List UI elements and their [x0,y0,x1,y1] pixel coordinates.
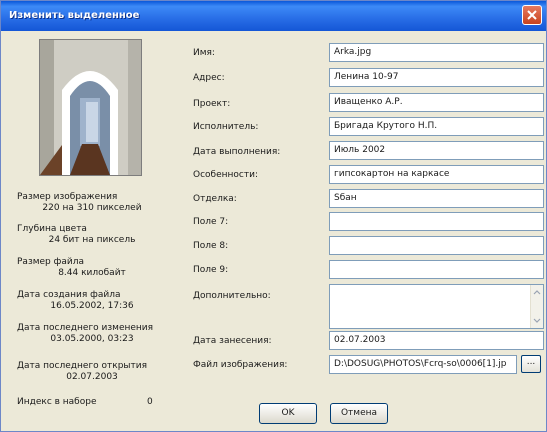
info-label: Размер файла [17,257,84,267]
field-label-performer: Исполнитель: [193,122,259,132]
info-value: 02.07.2003 [66,372,118,382]
info-color-depth: Глубина цвета 24 бит на пиксель [17,224,167,246]
field-label-features: Особенности: [193,170,258,180]
info-label: Глубина цвета [17,224,87,234]
index-value: 0 [147,397,153,407]
info-file-size: Размер файла 8.44 килобайт [17,257,167,279]
cancel-button[interactable]: Отмена [330,403,388,424]
field-label-address: Адрес: [193,73,225,83]
performer-field[interactable]: Бригада Крутого Н.П. [329,117,544,136]
field-label-name: Имя: [193,48,215,58]
scroll-down-icon[interactable] [533,317,541,324]
info-value: 8.44 килобайт [58,268,126,278]
project-field[interactable]: Иващенко А.Р. [329,93,544,112]
image-file-field[interactable]: D:\DOSUG\PHOTOS\Fcrq-so\0006[1].jp [329,355,517,374]
info-label: Размер изображения [17,192,118,202]
info-value: 24 бит на пиксель [48,235,136,245]
info-value: 03.05.2000, 03:23 [50,334,134,344]
date-added-field[interactable]: 02.07.2003 [329,331,544,350]
info-modified-date: Дата последнего изменения 03.05.2000, 03… [17,323,167,345]
dialog-title: Изменить выделенное [9,10,140,21]
field-label-field-9: Поле 9: [193,265,229,275]
edit-dialog: Изменить выделенное Размер изображения 2… [0,0,547,432]
info-created-date: Дата создания файла 16.05.2002, 17:36 [17,290,167,312]
name-field[interactable]: Arka.jpg [329,43,544,62]
field-9-input[interactable] [329,260,544,279]
info-label: Дата создания файла [17,290,121,300]
close-icon [527,10,537,20]
info-value: 16.05.2002, 17:36 [50,301,134,311]
finishing-field[interactable]: Sбан [329,189,544,208]
info-image-size: Размер изображения 220 на 310 пикселей [17,192,167,214]
field-label-completion-date: Дата выполнения: [193,147,281,157]
features-field[interactable]: гипсокартон на каркасе [329,165,544,184]
image-preview [39,39,142,176]
index-label: Индекс в наборе [17,397,97,407]
field-label-additional: Дополнительно: [193,291,271,301]
browse-button[interactable]: ... [521,355,541,373]
field-8-input[interactable] [329,236,544,255]
additional-memo[interactable] [329,284,544,329]
field-label-project: Проект: [193,99,231,109]
info-opened-date: Дата последнего открытия 02.07.2003 [17,361,167,383]
field-label-field-7: Поле 7: [193,217,229,227]
info-label: Дата последнего открытия [17,361,148,371]
address-field[interactable]: Ленина 10-97 [329,68,544,87]
completion-date-field[interactable]: Июль 2002 [329,141,544,160]
field-label-date-added: Дата занесения: [193,336,272,346]
info-label: Дата последнего изменения [17,323,154,333]
memo-scrollbar[interactable] [530,285,543,328]
field-7-input[interactable] [329,212,544,231]
field-label-finishing: Отделка: [193,194,237,204]
title-bar[interactable]: Изменить выделенное [1,1,546,31]
field-label-field-8: Поле 8: [193,241,229,251]
info-value: 220 на 310 пикселей [42,203,142,213]
ok-button[interactable]: OK [259,403,317,424]
field-label-image-file: Файл изображения: [193,360,288,370]
close-button[interactable] [522,5,542,25]
scroll-up-icon[interactable] [533,289,541,296]
